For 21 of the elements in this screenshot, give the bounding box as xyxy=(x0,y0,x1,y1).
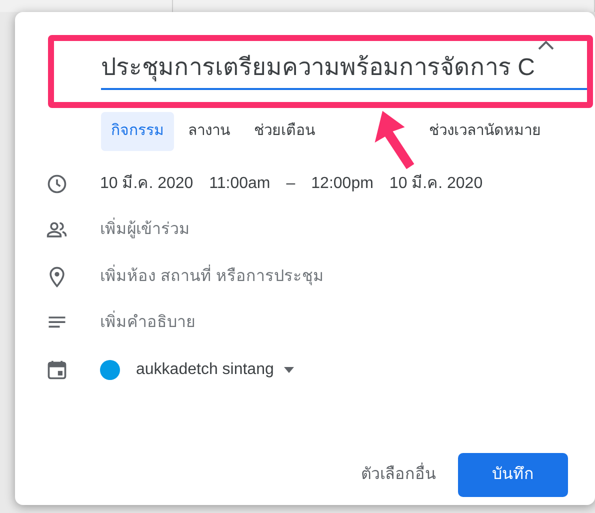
start-time[interactable]: 11:00am xyxy=(209,172,270,196)
chevron-up-icon[interactable] xyxy=(537,39,555,51)
time-separator: – xyxy=(286,174,296,194)
tab[interactable]: ลางาน xyxy=(178,112,240,150)
tab[interactable]: ช่วงเวลานัดหมาย xyxy=(419,112,551,150)
placeholder-text[interactable]: เพิ่มห้อง สถานที่ หรือการประชุม xyxy=(100,264,324,289)
calendar-dropdown[interactable]: aukkadetch sintang xyxy=(134,350,296,390)
placeholder-text[interactable]: เพิ่มคำอธิบาย xyxy=(100,311,195,336)
tab[interactable]: ช่วยเตือน xyxy=(244,112,325,150)
placeholder-text[interactable]: เพิ่มผู้เข้าร่วม xyxy=(100,218,190,242)
save-button[interactable]: บันทึก xyxy=(458,453,568,497)
annotation-arrow xyxy=(372,110,417,170)
tab[interactable]: กิจกรรม xyxy=(101,112,174,150)
calendar-icon xyxy=(46,358,68,381)
end-date[interactable]: 10 มี.ค. 2020 xyxy=(389,172,483,196)
caret-icon xyxy=(284,366,294,373)
title-input-field[interactable]: ประชุมการเตรียมความพร้อมการจัดการ C xyxy=(101,50,589,90)
start-date[interactable]: 10 มี.ค. 2020 xyxy=(100,172,194,196)
end-time[interactable]: 12:00pm xyxy=(311,172,374,196)
more-options-button[interactable]: ตัวเลือกอื่น xyxy=(359,455,438,495)
clock-icon xyxy=(46,172,68,195)
